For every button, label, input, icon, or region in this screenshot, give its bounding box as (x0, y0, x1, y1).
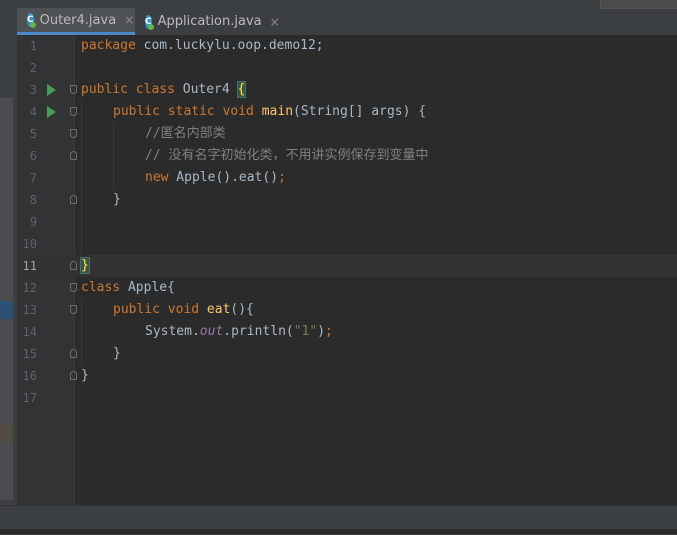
line-number: 7 (29, 171, 37, 185)
fold-icon[interactable] (70, 261, 77, 270)
method-name: main (253, 104, 294, 119)
fold-icon[interactable] (70, 371, 77, 380)
java-class-icon: C (145, 14, 154, 30)
fold-icon[interactable] (70, 283, 77, 292)
fold-icon[interactable] (70, 107, 77, 116)
tab-outer4-java[interactable]: C Outer4.java × (17, 8, 135, 35)
method-name: eat (199, 302, 231, 317)
code-line-8[interactable]: } (113, 189, 121, 211)
package-name: com.luckylu.oop.demo12; (135, 38, 324, 53)
keyword: public static void (113, 104, 254, 119)
class-decl: Apple{ (120, 280, 175, 295)
change-marker (0, 424, 13, 442)
matched-brace: { (236, 81, 247, 98)
keyword: public void (113, 302, 200, 317)
line-number: 14 (22, 325, 37, 339)
class-name: Outer4 (174, 82, 238, 97)
semicolon: ; (325, 324, 333, 339)
line-number: 9 (29, 215, 37, 229)
static-field: out (199, 324, 224, 339)
code-line-12[interactable]: class Apple{ (81, 277, 175, 299)
method-signature: (String[] args) { (293, 104, 427, 119)
fold-icon[interactable] (70, 349, 77, 358)
fold-icon[interactable] (70, 85, 77, 94)
fold-icon[interactable] (70, 151, 77, 160)
code-line-16[interactable]: } (81, 365, 89, 387)
code-line-4[interactable]: public static void main(String[] args) { (113, 101, 426, 123)
line-number: 1 (29, 39, 37, 53)
paren: ) (317, 324, 326, 339)
method-signature: (){ (230, 302, 254, 317)
code-line-15[interactable]: } (113, 343, 121, 365)
java-class-icon: C (27, 13, 36, 28)
run-main-icon[interactable] (47, 106, 56, 118)
keyword: class (81, 280, 121, 295)
run-class-icon[interactable] (47, 84, 56, 96)
class-ref: System. (145, 324, 200, 339)
line-number: 2 (29, 61, 37, 75)
fold-icon[interactable] (70, 129, 77, 138)
semicolon: ; (278, 170, 286, 185)
code-line-3[interactable]: public class Outer4 { (81, 79, 247, 101)
string-literal: "1" (293, 324, 318, 339)
tab-label: Outer4.java (39, 12, 117, 28)
code-line-5-comment[interactable]: //匿名内部类 (145, 123, 226, 145)
code-line-14[interactable]: System.out.println("1"); (145, 321, 333, 343)
code-line-11[interactable]: } (80, 255, 90, 277)
close-icon[interactable]: × (270, 15, 280, 29)
code-line-13[interactable]: public void eat(){ (113, 299, 254, 321)
matched-brace: } (80, 257, 90, 274)
fold-icon[interactable] (70, 195, 77, 204)
fold-icon[interactable] (70, 305, 77, 314)
toolbar-fragment (600, 0, 677, 9)
keyword: package (81, 38, 136, 53)
keyword: public class (81, 82, 175, 97)
keyword: new (145, 170, 169, 185)
code-line-1[interactable]: package com.luckylu.oop.demo12; (81, 35, 324, 57)
tab-application-java[interactable]: C Application.java × (135, 8, 280, 35)
line-number: 10 (22, 237, 37, 251)
expression: Apple().eat() (168, 170, 279, 185)
status-bar-bottom (0, 529, 677, 534)
code-line-6-comment[interactable]: // 没有名字初始化类，不用讲实例保存到变量中 (145, 145, 428, 167)
close-icon[interactable]: × (124, 13, 134, 27)
code-line-7[interactable]: new Apple().eat(); (145, 167, 286, 189)
line-number: 17 (22, 391, 37, 405)
tab-label: Application.java (157, 14, 262, 29)
method-call: .println( (223, 324, 294, 339)
